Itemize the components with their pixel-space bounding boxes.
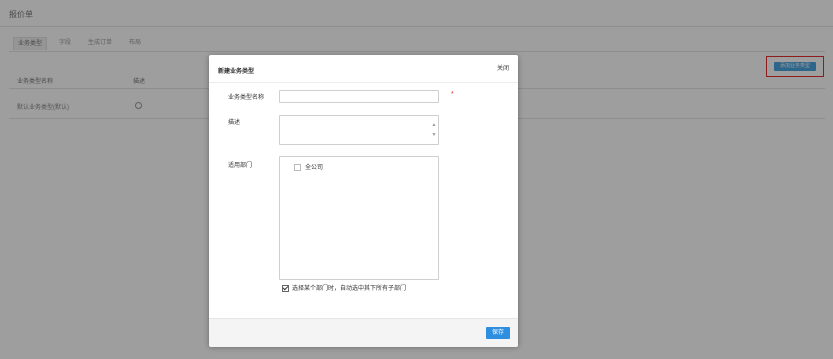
- include-children-label: 选择某个部门时，自动选中其下所有子部门: [292, 286, 407, 292]
- close-button[interactable]: 关闭: [497, 63, 509, 72]
- department-checkbox[interactable]: [294, 163, 301, 171]
- departments-label: 适用部门: [228, 163, 253, 169]
- description-label: 描述: [228, 120, 241, 126]
- divider: [209, 82, 518, 83]
- name-label: 业务类型名称: [228, 95, 265, 101]
- textarea-scroll-icon[interactable]: ▲ ▼: [431, 120, 437, 140]
- department-item-whole-company[interactable]: 全公司: [294, 162, 323, 171]
- new-business-type-dialog: 新建业务类型 关闭 业务类型名称 * 描述 ▲ ▼ 适用部门 全公司 选择某个部门…: [209, 55, 518, 347]
- required-mark: *: [451, 91, 454, 98]
- include-children-checkbox[interactable]: [282, 284, 289, 292]
- department-tree[interactable]: 全公司: [279, 156, 439, 280]
- dialog-title: 新建业务类型: [218, 69, 255, 75]
- name-input[interactable]: [279, 90, 439, 103]
- department-label: 全公司: [305, 165, 324, 171]
- description-textarea[interactable]: ▲ ▼: [279, 115, 439, 145]
- include-children-option[interactable]: 选择某个部门时，自动选中其下所有子部门: [282, 283, 406, 292]
- save-button[interactable]: 保存: [486, 327, 510, 339]
- dialog-footer: 保存: [209, 318, 518, 347]
